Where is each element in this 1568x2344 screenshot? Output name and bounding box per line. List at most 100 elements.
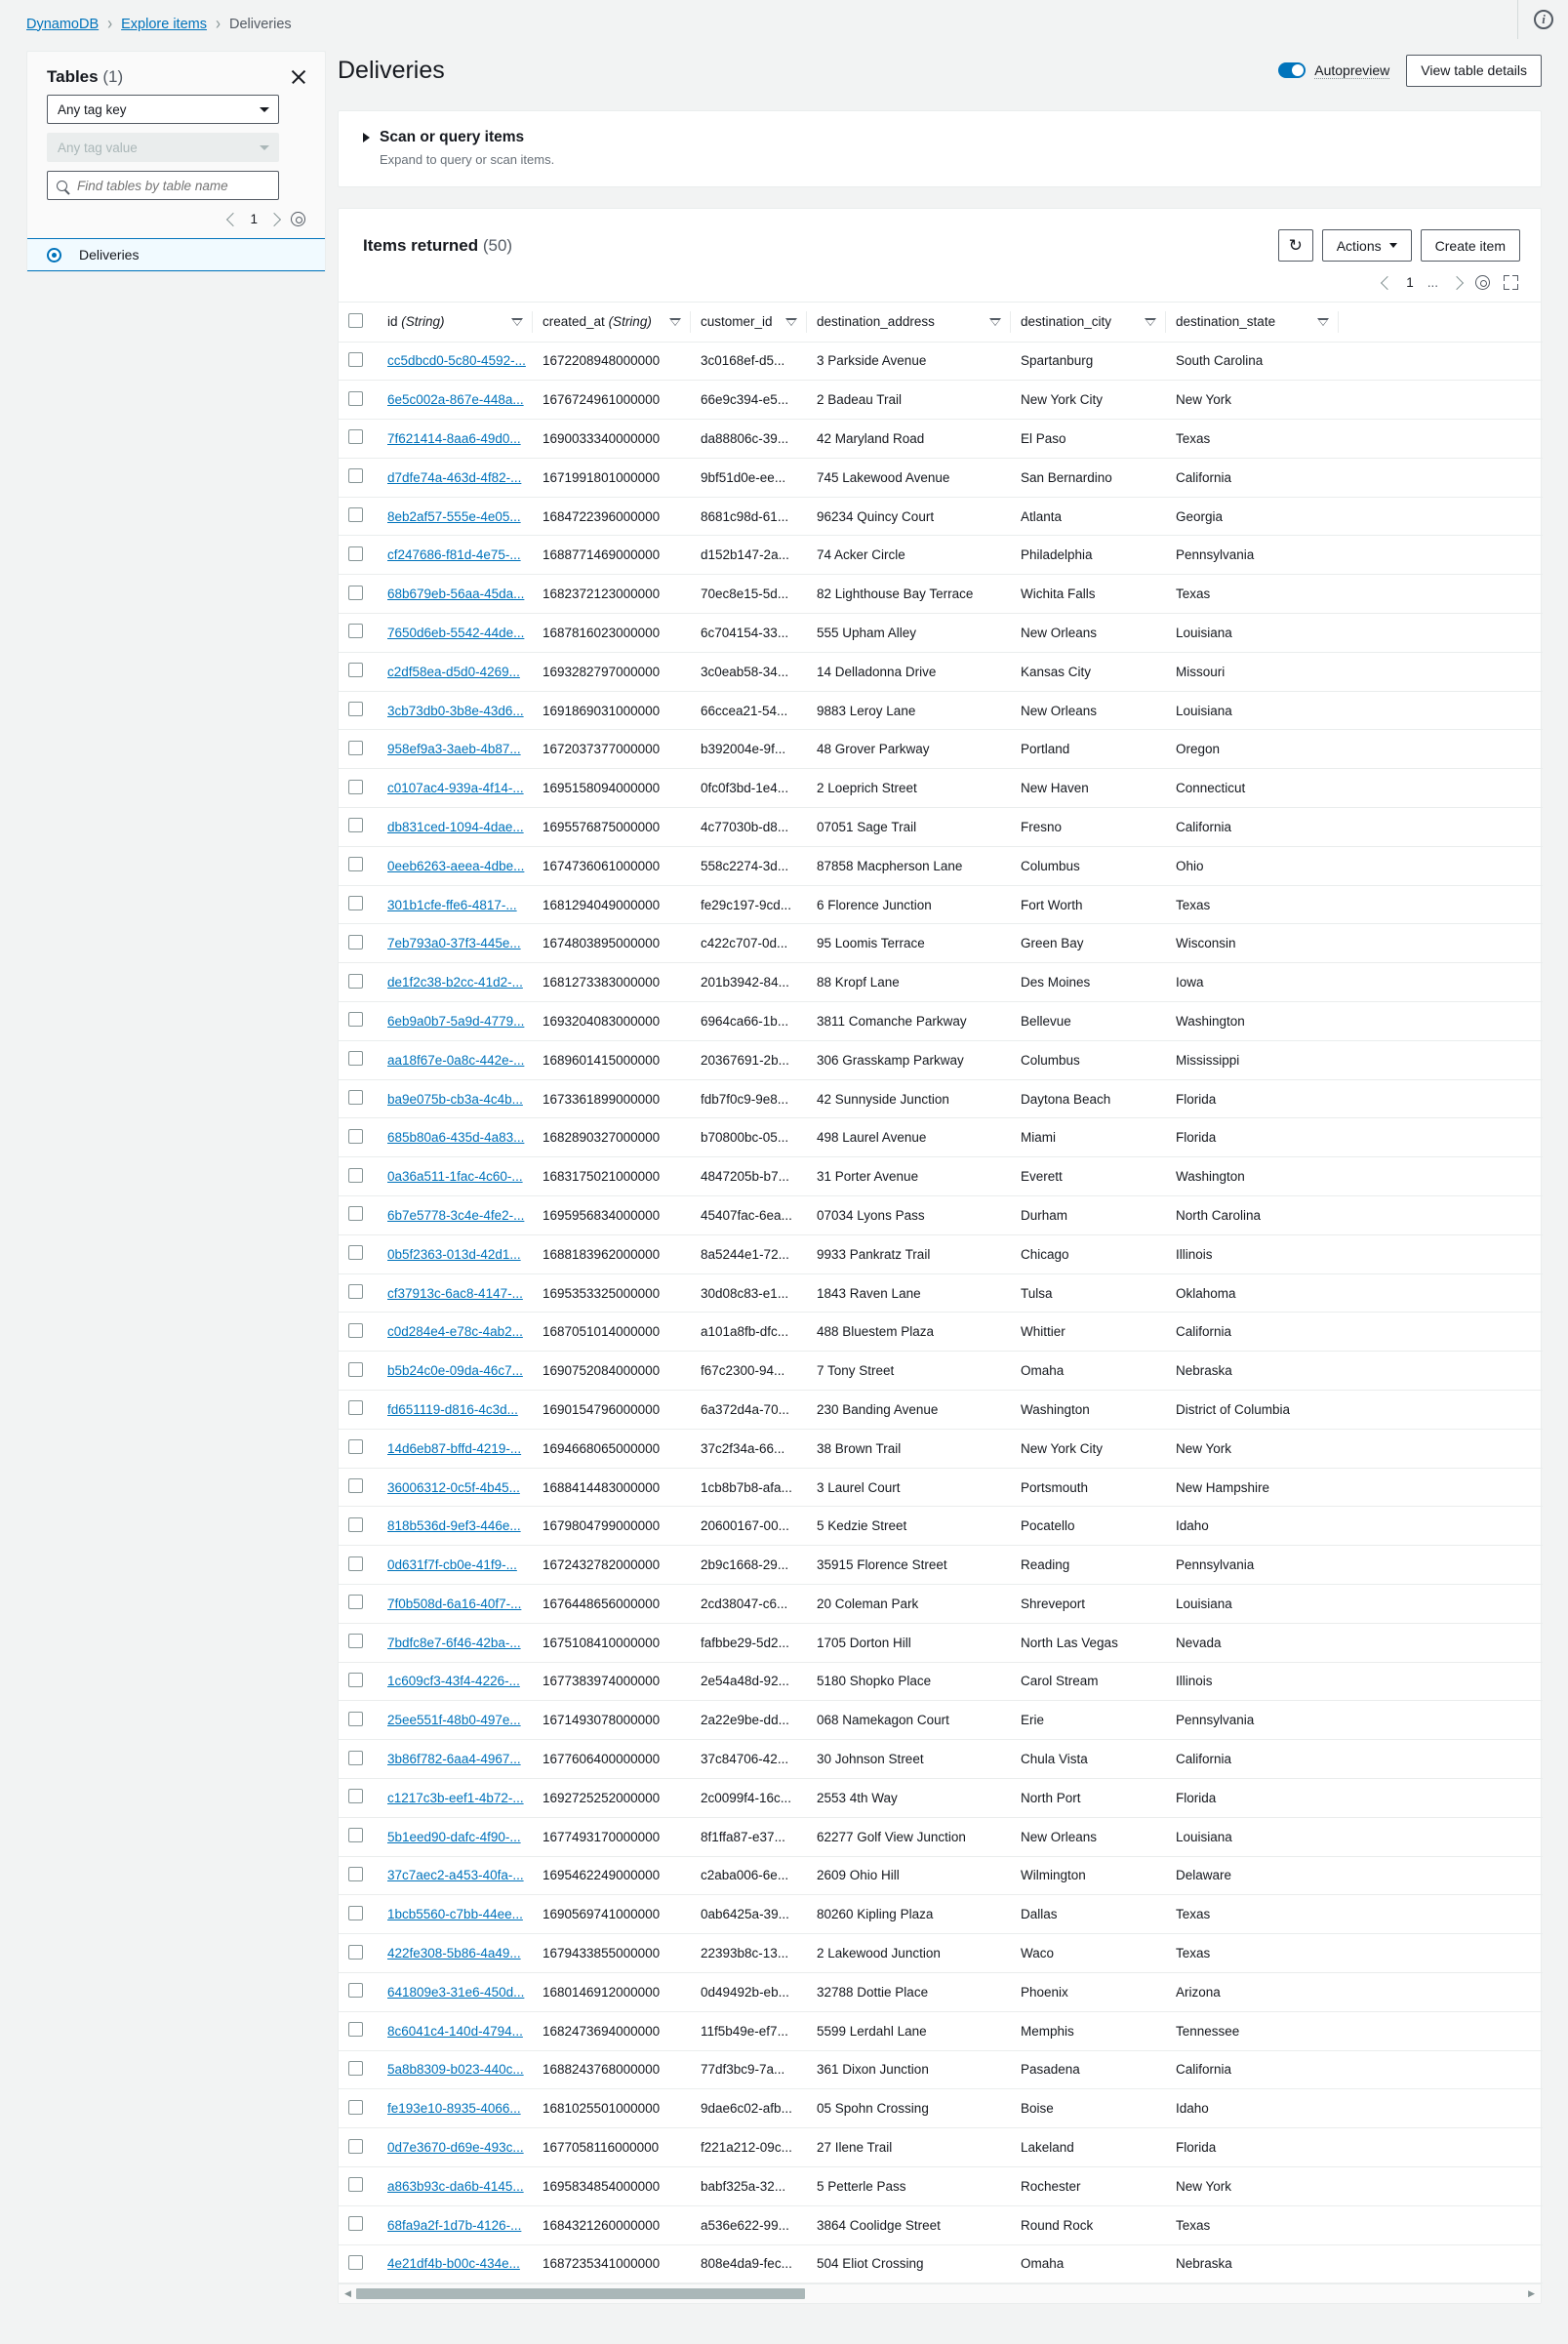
item-id-link[interactable]: 6b7e5778-3c4e-4fe2-... bbox=[387, 1208, 524, 1223]
row-checkbox[interactable] bbox=[348, 2099, 363, 2115]
row-checkbox[interactable] bbox=[348, 1206, 363, 1222]
row-checkbox[interactable] bbox=[348, 468, 363, 484]
row-checkbox[interactable] bbox=[348, 1012, 363, 1028]
row-checkbox[interactable] bbox=[348, 1361, 363, 1377]
row-checkbox[interactable] bbox=[348, 2254, 363, 2270]
row-checkbox[interactable] bbox=[348, 351, 363, 367]
row-checkbox[interactable] bbox=[348, 1789, 363, 1804]
item-id-link[interactable]: 6e5c002a-867e-448a... bbox=[387, 392, 524, 407]
row-checkbox[interactable] bbox=[348, 1245, 363, 1261]
table-row[interactable]: 5b1eed90-dafc-4f90-... 1677493170000000 8f… bbox=[339, 1817, 1543, 1857]
cell-id[interactable]: 7650d6eb-5542-44de... bbox=[378, 614, 533, 653]
cell-id[interactable]: 7bdfc8e7-6f46-42ba-... bbox=[378, 1623, 533, 1662]
item-id-link[interactable]: c0d284e4-e78c-4ab2... bbox=[387, 1324, 523, 1339]
row-checkbox[interactable] bbox=[348, 1672, 363, 1687]
row-checkbox[interactable] bbox=[348, 1516, 363, 1532]
cell-id[interactable]: d7dfe74a-463d-4f82-... bbox=[378, 458, 533, 497]
row-checkbox[interactable] bbox=[348, 1983, 363, 1999]
table-row[interactable]: 0b5f2363-013d-42d1... 1688183962000000 8a5… bbox=[339, 1234, 1543, 1274]
table-row[interactable]: 8eb2af57-555e-4e05... 1684722396000000 868… bbox=[339, 497, 1543, 536]
row-checkbox[interactable] bbox=[348, 2022, 363, 2038]
table-row[interactable]: de1f2c38-b2cc-41d2-... 1681273383000000 20… bbox=[339, 963, 1543, 1002]
item-id-link[interactable]: 641809e3-31e6-450d... bbox=[387, 1985, 524, 2000]
row-checkbox[interactable] bbox=[348, 1167, 363, 1183]
row-checkbox[interactable] bbox=[348, 2138, 363, 2154]
row-checkbox[interactable] bbox=[348, 818, 363, 833]
table-row[interactable]: c0d284e4-e78c-4ab2... 1687051014000000 a10… bbox=[339, 1313, 1543, 1352]
row-checkbox[interactable] bbox=[348, 2060, 363, 2076]
cell-id[interactable]: 0d7e3670-d69e-493c... bbox=[378, 2128, 533, 2167]
row-checkbox[interactable] bbox=[348, 1944, 363, 1960]
cell-id[interactable]: 0d631f7f-cb0e-41f9-... bbox=[378, 1546, 533, 1585]
row-checkbox[interactable] bbox=[348, 779, 363, 794]
cell-id[interactable]: c0107ac4-939a-4f14-... bbox=[378, 769, 533, 808]
cell-id[interactable]: 958ef9a3-3aeb-4b87... bbox=[378, 730, 533, 769]
table-row[interactable]: a863b93c-da6b-4145... 1695834854000000 bab… bbox=[339, 2166, 1543, 2206]
filter-icon[interactable] bbox=[669, 317, 681, 326]
filter-icon[interactable] bbox=[1317, 317, 1329, 326]
horizontal-scrollbar[interactable]: ◀ ▶ bbox=[339, 2283, 1541, 2304]
item-id-link[interactable]: 301b1cfe-ffe6-4817-... bbox=[387, 898, 517, 912]
item-id-link[interactable]: 1c609cf3-43f4-4226-... bbox=[387, 1674, 520, 1688]
cell-id[interactable]: b5b24c0e-09da-46c7... bbox=[378, 1352, 533, 1391]
table-row[interactable]: 422fe308-5b86-4a49... 1679433855000000 223… bbox=[339, 1934, 1543, 1973]
item-id-link[interactable]: 0d631f7f-cb0e-41f9-... bbox=[387, 1557, 517, 1572]
cell-id[interactable]: 1bcb5560-c7bb-44ee... bbox=[378, 1895, 533, 1934]
table-row[interactable]: c0107ac4-939a-4f14-... 1695158094000000 0f… bbox=[339, 769, 1543, 808]
triangle-right-icon[interactable] bbox=[363, 133, 370, 142]
table-row[interactable]: 0eeb6263-aeea-4dbe... 1674736061000000 558… bbox=[339, 846, 1543, 886]
cell-id[interactable]: 1c609cf3-43f4-4226-... bbox=[378, 1662, 533, 1701]
cell-id[interactable]: fe193e10-8935-4066... bbox=[378, 2089, 533, 2128]
cell-id[interactable]: fd651119-d816-4c3d... bbox=[378, 1391, 533, 1430]
item-id-link[interactable]: 7f621414-8aa6-49d0... bbox=[387, 431, 521, 446]
item-id-link[interactable]: 68b679eb-56aa-45da... bbox=[387, 586, 524, 601]
table-row[interactable]: 0d7e3670-d69e-493c... 1677058116000000 f22… bbox=[339, 2128, 1543, 2167]
row-checkbox[interactable] bbox=[348, 1905, 363, 1920]
cell-id[interactable]: 6eb9a0b7-5a9d-4779... bbox=[378, 1002, 533, 1041]
table-row[interactable]: 7650d6eb-5542-44de... 1687816023000000 6c7… bbox=[339, 614, 1543, 653]
row-checkbox[interactable] bbox=[348, 429, 363, 445]
cell-id[interactable]: 7f621414-8aa6-49d0... bbox=[378, 420, 533, 459]
tag-value-select[interactable]: Any tag value bbox=[47, 133, 279, 162]
cell-id[interactable]: ba9e075b-cb3a-4c4b... bbox=[378, 1079, 533, 1118]
row-checkbox[interactable] bbox=[348, 1090, 363, 1106]
table-row[interactable]: 818b536d-9ef3-446e... 1679804799000000 206… bbox=[339, 1507, 1543, 1546]
cell-id[interactable]: db831ced-1094-4dae... bbox=[378, 808, 533, 847]
close-icon[interactable] bbox=[289, 67, 308, 87]
table-row[interactable]: 5a8b8309-b023-440c... 1688243768000000 77d… bbox=[339, 2050, 1543, 2089]
item-id-link[interactable]: c0107ac4-939a-4f14-... bbox=[387, 781, 524, 795]
cell-id[interactable]: a863b93c-da6b-4145... bbox=[378, 2166, 533, 2205]
table-row[interactable]: aa18f67e-0a8c-442e-... 1689601415000000 20… bbox=[339, 1040, 1543, 1080]
cell-id[interactable]: cf247686-f81d-4e75-... bbox=[378, 536, 533, 575]
row-checkbox[interactable] bbox=[348, 1750, 363, 1765]
row-checkbox[interactable] bbox=[348, 934, 363, 950]
row-checkbox[interactable] bbox=[348, 1051, 363, 1067]
actions-button[interactable]: Actions bbox=[1321, 229, 1412, 262]
item-id-link[interactable]: d7dfe74a-463d-4f82-... bbox=[387, 470, 521, 485]
table-row[interactable]: 8c6041c4-140d-4794... 1682473694000000 11f… bbox=[339, 2011, 1543, 2051]
table-row[interactable]: cf37913c-6ac8-4147-... 1695353325000000 30… bbox=[339, 1273, 1543, 1313]
cell-id[interactable]: 68fa9a2f-1d7b-4126-... bbox=[378, 2205, 533, 2244]
item-id-link[interactable]: 0d7e3670-d69e-493c... bbox=[387, 2140, 524, 2155]
item-id-link[interactable]: 1bcb5560-c7bb-44ee... bbox=[387, 1907, 523, 1921]
table-row[interactable]: 37c7aec2-a453-40fa-... 1695462249000000 c2… bbox=[339, 1856, 1543, 1895]
item-id-link[interactable]: fe193e10-8935-4066... bbox=[387, 2101, 521, 2116]
item-id-link[interactable]: 3cb73db0-3b8e-43d6... bbox=[387, 704, 524, 718]
row-checkbox[interactable] bbox=[348, 1556, 363, 1571]
cell-id[interactable]: 6e5c002a-867e-448a... bbox=[378, 381, 533, 420]
item-id-link[interactable]: ba9e075b-cb3a-4c4b... bbox=[387, 1092, 523, 1107]
table-row[interactable]: 0d631f7f-cb0e-41f9-... 1672432782000000 2b… bbox=[339, 1546, 1543, 1585]
item-id-link[interactable]: 25ee551f-48b0-497e... bbox=[387, 1713, 521, 1727]
table-row[interactable]: 1c609cf3-43f4-4226-... 1677383974000000 2e… bbox=[339, 1662, 1543, 1701]
item-id-link[interactable]: 958ef9a3-3aeb-4b87... bbox=[387, 742, 521, 756]
items-page-number[interactable]: 1 bbox=[1406, 275, 1414, 290]
table-row[interactable]: b5b24c0e-09da-46c7... 1690752084000000 f67… bbox=[339, 1352, 1543, 1391]
cell-id[interactable]: 5b1eed90-dafc-4f90-... bbox=[378, 1817, 533, 1856]
table-row[interactable]: 7f0b508d-6a16-40f7-... 1676448656000000 2c… bbox=[339, 1585, 1543, 1624]
row-checkbox[interactable] bbox=[348, 546, 363, 561]
item-id-link[interactable]: 14d6eb87-bffd-4219-... bbox=[387, 1441, 521, 1456]
cell-id[interactable]: 7f0b508d-6a16-40f7-... bbox=[378, 1585, 533, 1624]
cell-id[interactable]: 685b80a6-435d-4a83... bbox=[378, 1118, 533, 1157]
filter-icon[interactable] bbox=[785, 317, 797, 326]
find-tables-search[interactable] bbox=[47, 171, 279, 200]
